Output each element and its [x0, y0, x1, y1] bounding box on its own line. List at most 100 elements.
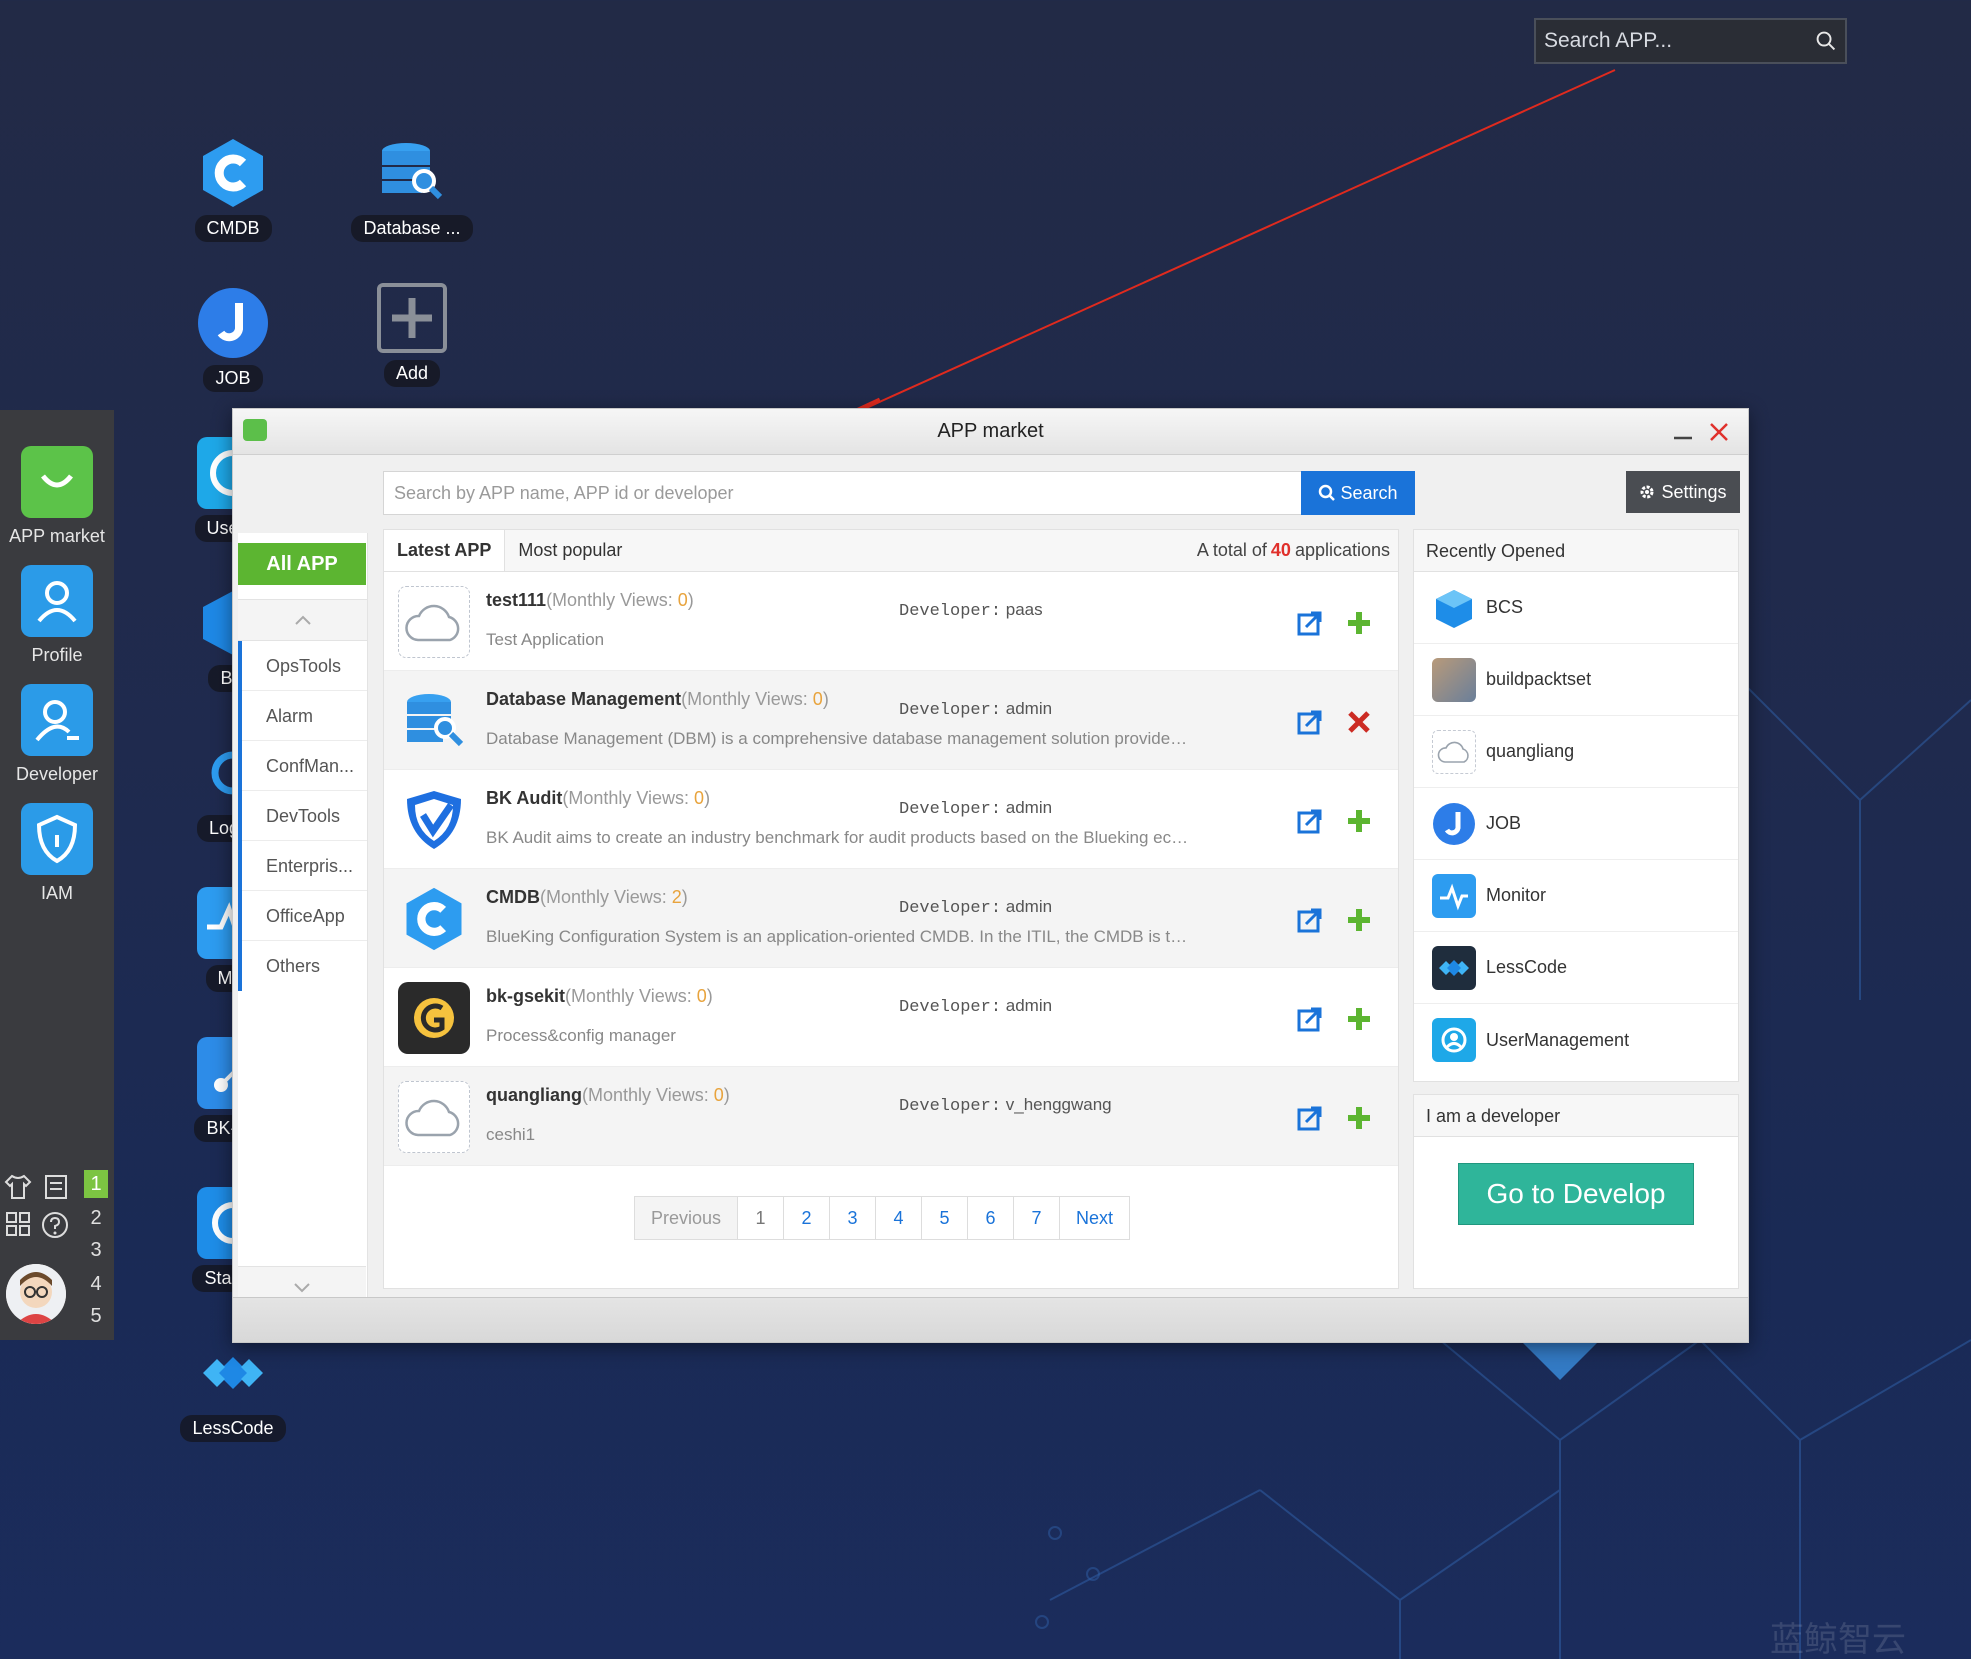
- settings-button[interactable]: Settings: [1626, 471, 1740, 513]
- desktop-icon-database[interactable]: Database ...: [347, 137, 477, 242]
- tab-most-popular[interactable]: Most popular: [505, 530, 635, 571]
- pagination-page[interactable]: 4: [876, 1197, 923, 1239]
- dock-item-iam[interactable]: IAM: [0, 803, 114, 904]
- bk-audit-shield-icon: [398, 784, 470, 856]
- app-name[interactable]: quangliang: [486, 1085, 582, 1105]
- app-row[interactable]: CMDB(Monthly Views: 2) Developer: admin Bl…: [384, 869, 1398, 968]
- shirt-icon[interactable]: [4, 1172, 32, 1200]
- pagination-page[interactable]: 1: [738, 1197, 785, 1239]
- dock-item-app-market[interactable]: APP market: [0, 446, 114, 547]
- app-developer: Developer: admin: [899, 897, 1053, 918]
- desktop-icon-add[interactable]: Add: [347, 282, 477, 387]
- market-search-button[interactable]: Search: [1301, 471, 1415, 515]
- desktop-icon-lesscode[interactable]: LessCode: [168, 1337, 298, 1442]
- add-app-icon[interactable]: [1346, 808, 1372, 834]
- app-developer: Developer: paas: [899, 600, 1043, 621]
- desktop-icon-cmdb[interactable]: CMDB: [168, 137, 298, 242]
- avatar[interactable]: [6, 1264, 66, 1324]
- recent-item-quangliang[interactable]: quangliang: [1414, 716, 1738, 788]
- recent-item-usermanagement[interactable]: UserManagement: [1414, 1004, 1738, 1076]
- all-app-button[interactable]: All APP: [238, 543, 366, 585]
- go-to-develop-button[interactable]: Go to Develop: [1458, 1163, 1694, 1225]
- close-icon[interactable]: [1708, 421, 1730, 443]
- app-list-panel: Latest APP Most popular A total of 40 ap…: [383, 529, 1399, 1289]
- app-row[interactable]: quangliang(Monthly Views: 0) Developer: v…: [384, 1067, 1398, 1166]
- remove-app-icon[interactable]: [1346, 709, 1372, 735]
- desktop-icon-job[interactable]: JOB: [168, 287, 298, 392]
- workspace-3[interactable]: 3: [84, 1236, 108, 1264]
- app-name[interactable]: BK Audit: [486, 788, 562, 808]
- shopping-bag-icon: [21, 446, 93, 518]
- market-search-input[interactable]: [394, 482, 1294, 504]
- top-search-input[interactable]: [1544, 29, 1815, 53]
- category-item[interactable]: ConfMan...: [242, 741, 367, 791]
- tab-latest-app[interactable]: Latest APP: [384, 530, 506, 571]
- recent-item-job[interactable]: JOB: [1414, 788, 1738, 860]
- category-sidebar: All APP OpsTools Alarm ConfMan... DevToo…: [238, 533, 368, 1308]
- desktop-icon-label: CMDB: [194, 215, 272, 242]
- app-name[interactable]: test111: [486, 590, 546, 610]
- recent-item-lesscode[interactable]: LessCode: [1414, 932, 1738, 1004]
- chevron-down-icon: [294, 1282, 310, 1292]
- app-monthly-views: (Monthly Views: 0): [546, 590, 694, 610]
- pagination-page[interactable]: 6: [968, 1197, 1015, 1239]
- app-row[interactable]: BK Audit(Monthly Views: 0) Developer: adm…: [384, 770, 1398, 869]
- open-app-icon[interactable]: [1297, 709, 1323, 735]
- help-icon[interactable]: [40, 1210, 70, 1240]
- desktop-icon-label: Database ...: [351, 215, 473, 242]
- top-search-box[interactable]: [1534, 18, 1847, 64]
- app-row[interactable]: test111(Monthly Views: 0) Developer: paas…: [384, 572, 1398, 671]
- category-item[interactable]: Alarm: [242, 691, 367, 741]
- search-icon[interactable]: [1815, 24, 1837, 58]
- add-icon: [377, 283, 447, 353]
- dock-item-developer[interactable]: Developer: [0, 684, 114, 785]
- app-name[interactable]: bk-gsekit: [486, 986, 565, 1006]
- workspace-1[interactable]: 1: [84, 1170, 108, 1198]
- minimize-icon[interactable]: [1672, 421, 1694, 443]
- grid-icon[interactable]: [4, 1210, 32, 1238]
- category-item[interactable]: OpsTools: [242, 641, 367, 691]
- watermark: 蓝鲸智云: [1770, 1620, 1906, 1659]
- add-app-icon[interactable]: [1346, 1105, 1372, 1131]
- pagination-page[interactable]: 7: [1014, 1197, 1061, 1239]
- window-titlebar[interactable]: APP market: [233, 409, 1748, 455]
- recent-item-label: JOB: [1486, 813, 1522, 833]
- workspace-2[interactable]: 2: [84, 1204, 108, 1232]
- window-footer: [233, 1297, 1748, 1342]
- open-app-icon[interactable]: [1297, 1006, 1323, 1032]
- pagination-page[interactable]: 5: [922, 1197, 969, 1239]
- cloud-icon: [1432, 729, 1476, 774]
- add-app-icon[interactable]: [1346, 1006, 1372, 1032]
- add-app-icon[interactable]: [1346, 610, 1372, 636]
- app-name[interactable]: CMDB: [486, 887, 540, 907]
- workspace-5[interactable]: 5: [84, 1302, 108, 1330]
- app-title: Database Management(Monthly Views: 0): [486, 689, 829, 710]
- category-item[interactable]: Enterpris...: [242, 841, 367, 891]
- add-app-icon[interactable]: [1346, 907, 1372, 933]
- gear-icon: [1640, 485, 1654, 499]
- pagination-page[interactable]: 3: [830, 1197, 877, 1239]
- pagination-next[interactable]: Next: [1060, 1197, 1129, 1239]
- app-title: CMDB(Monthly Views: 2): [486, 887, 688, 908]
- pagination-previous[interactable]: Previous: [635, 1197, 739, 1239]
- app-row[interactable]: Database Management(Monthly Views: 0) Dev…: [384, 671, 1398, 770]
- dock-item-profile[interactable]: Profile: [0, 565, 114, 666]
- open-app-icon[interactable]: [1297, 610, 1323, 636]
- recent-item-monitor[interactable]: Monitor: [1414, 860, 1738, 932]
- lesscode-icon: [203, 1357, 263, 1389]
- open-app-icon[interactable]: [1297, 808, 1323, 834]
- category-item[interactable]: OfficeApp: [242, 891, 367, 941]
- category-item[interactable]: DevTools: [242, 791, 367, 841]
- category-scroll-up[interactable]: [238, 599, 367, 641]
- recent-item-buildpacktset[interactable]: buildpacktset: [1414, 644, 1738, 716]
- category-item[interactable]: Others: [242, 941, 367, 991]
- workspace-4[interactable]: 4: [84, 1270, 108, 1298]
- open-app-icon[interactable]: [1297, 907, 1323, 933]
- app-row[interactable]: bk-gsekit(Monthly Views: 0) Developer: ad…: [384, 968, 1398, 1067]
- notes-icon[interactable]: [42, 1172, 70, 1200]
- app-name[interactable]: Database Management: [486, 689, 681, 709]
- open-app-icon[interactable]: [1297, 1105, 1323, 1131]
- developer-panel: I am a developer Go to Develop: [1413, 1094, 1739, 1289]
- pagination-page[interactable]: 2: [784, 1197, 831, 1239]
- recent-item-bcs[interactable]: BCS: [1414, 572, 1738, 644]
